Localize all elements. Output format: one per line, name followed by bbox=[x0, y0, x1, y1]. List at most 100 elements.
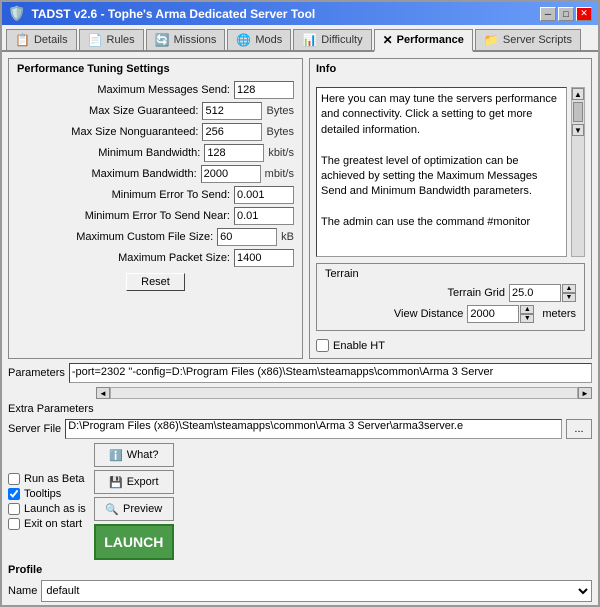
app-icon: 🛡️ bbox=[8, 5, 25, 22]
max-size-ng-label: Max Size Nonguaranteed: bbox=[17, 126, 202, 138]
max-packet-input[interactable] bbox=[234, 249, 294, 267]
min-error-input[interactable] bbox=[234, 186, 294, 204]
max-bw-input[interactable] bbox=[201, 165, 261, 183]
field-row-min-error: Minimum Error To Send: bbox=[17, 186, 294, 204]
enable-ht-checkbox[interactable] bbox=[316, 339, 329, 352]
profile-name-row: Name default bbox=[8, 580, 592, 602]
view-distance-spinner: ▲ ▼ bbox=[467, 305, 534, 323]
what-button[interactable]: ℹ️ What? bbox=[94, 443, 174, 467]
tab-mods[interactable]: 🌐 Mods bbox=[227, 29, 291, 50]
server-scripts-icon: 📁 bbox=[484, 33, 499, 47]
tab-difficulty[interactable]: 📊 Difficulty bbox=[293, 29, 371, 50]
profile-title: Profile bbox=[8, 564, 592, 576]
tab-performance[interactable]: ✕ Performance bbox=[374, 29, 473, 52]
launch-button[interactable]: LAUNCH bbox=[94, 524, 174, 560]
export-icon: 💾 bbox=[109, 476, 123, 489]
terrain-title: Terrain bbox=[325, 268, 576, 280]
browse-button[interactable]: ... bbox=[566, 419, 592, 439]
server-file-text: D:\Program Files (x86)\Steam\steamapps\c… bbox=[68, 420, 463, 432]
extra-params-label: Extra Parameters bbox=[8, 403, 94, 415]
exit-on-start-row: Exit on start bbox=[8, 518, 86, 530]
max-size-g-unit: Bytes bbox=[262, 105, 294, 117]
view-distance-row: View Distance ▲ ▼ meters bbox=[325, 305, 576, 323]
view-distance-down-btn[interactable]: ▼ bbox=[520, 314, 534, 323]
run-as-beta-checkbox[interactable] bbox=[8, 473, 20, 485]
tab-performance-label: Performance bbox=[397, 34, 464, 46]
max-bw-unit: mbit/s bbox=[261, 168, 294, 180]
scroll-thumb[interactable] bbox=[573, 102, 583, 122]
launch-as-checkbox[interactable] bbox=[8, 503, 20, 515]
params-scroll-track bbox=[110, 387, 578, 399]
perf-reset-button[interactable]: Reset bbox=[126, 273, 185, 291]
profile-name-select[interactable]: default bbox=[41, 580, 592, 602]
extra-params-label-row: Extra Parameters bbox=[8, 403, 592, 415]
parameters-text: -port=2302 "-config=D:\Program Files (x8… bbox=[70, 364, 591, 380]
params-scroll-right-btn[interactable]: ► bbox=[578, 387, 592, 399]
parameters-input-wrap: -port=2302 "-config=D:\Program Files (x8… bbox=[69, 363, 592, 383]
tab-mods-label: Mods bbox=[255, 34, 282, 46]
terrain-grid-input[interactable] bbox=[509, 284, 561, 302]
info-scrollbar[interactable]: ▲ ▼ bbox=[571, 87, 585, 257]
tab-details[interactable]: 📋 Details bbox=[6, 29, 77, 50]
max-size-ng-input[interactable] bbox=[202, 123, 262, 141]
scroll-up-arrow[interactable]: ▲ bbox=[572, 88, 584, 100]
preview-label: Preview bbox=[123, 503, 162, 515]
enable-ht-label: Enable HT bbox=[333, 340, 385, 352]
enable-ht-row: Enable HT bbox=[316, 339, 585, 352]
field-row-max-custom: Maximum Custom File Size: kB bbox=[17, 228, 294, 246]
params-scrollbar-row: ◄ ► bbox=[96, 387, 592, 399]
server-file-row: Server File D:\Program Files (x86)\Steam… bbox=[8, 419, 592, 439]
terrain-grid-spinner-btns: ▲ ▼ bbox=[562, 284, 576, 302]
right-buttons: ℹ️ What? 💾 Export 🔍 Preview LAUNCH bbox=[94, 443, 174, 560]
export-button[interactable]: 💾 Export bbox=[94, 470, 174, 494]
preview-icon: 🔍 bbox=[105, 503, 119, 516]
max-messages-input[interactable] bbox=[234, 81, 294, 99]
terrain-grid-up-btn[interactable]: ▲ bbox=[562, 284, 576, 293]
exit-on-start-label: Exit on start bbox=[24, 518, 82, 530]
run-as-beta-label: Run as Beta bbox=[24, 473, 85, 485]
tab-rules[interactable]: 📄 Rules bbox=[79, 29, 144, 50]
terrain-grid-down-btn[interactable]: ▼ bbox=[562, 293, 576, 302]
info-text: Here you can may tune the servers perfor… bbox=[321, 93, 557, 228]
min-bw-label: Minimum Bandwidth: bbox=[17, 147, 204, 159]
field-row-max-size-ng: Max Size Nonguaranteed: Bytes bbox=[17, 123, 294, 141]
tooltips-checkbox[interactable] bbox=[8, 488, 20, 500]
bottom-section: Run as Beta Tooltips Launch as is E bbox=[8, 443, 592, 605]
profile-name-label: Name bbox=[8, 585, 37, 597]
terrain-grid-label: Terrain Grid bbox=[325, 287, 505, 299]
tab-server-scripts[interactable]: 📁 Server Scripts bbox=[475, 29, 581, 50]
difficulty-icon: 📊 bbox=[302, 33, 317, 47]
main-window: 🛡️ TADST v2.6 - Tophe's Arma Dedicated S… bbox=[0, 0, 600, 607]
params-scroll-left-btn[interactable]: ◄ bbox=[96, 387, 110, 399]
min-error-near-input[interactable] bbox=[234, 207, 294, 225]
max-custom-input[interactable] bbox=[217, 228, 277, 246]
tab-missions-label: Missions bbox=[174, 34, 217, 46]
max-size-ng-unit: Bytes bbox=[262, 126, 294, 138]
parameters-row: Parameters -port=2302 "-config=D:\Progra… bbox=[8, 363, 592, 383]
view-distance-unit: meters bbox=[538, 308, 576, 320]
preview-button[interactable]: 🔍 Preview bbox=[94, 497, 174, 521]
performance-icon: ✕ bbox=[383, 33, 393, 47]
max-size-g-input[interactable] bbox=[202, 102, 262, 120]
exit-on-start-checkbox[interactable] bbox=[8, 518, 20, 530]
min-bw-input[interactable] bbox=[204, 144, 264, 162]
maximize-button[interactable]: □ bbox=[558, 7, 574, 21]
tab-missions[interactable]: 🔄 Missions bbox=[146, 29, 226, 50]
max-messages-label: Maximum Messages Send: bbox=[17, 84, 234, 96]
field-row-max-packet: Maximum Packet Size: bbox=[17, 249, 294, 267]
close-button[interactable]: ✕ bbox=[576, 7, 592, 21]
view-distance-up-btn[interactable]: ▲ bbox=[520, 305, 534, 314]
terrain-box: Terrain Terrain Grid ▲ ▼ View Distance bbox=[316, 263, 585, 331]
export-label: Export bbox=[127, 476, 159, 488]
view-distance-input[interactable] bbox=[467, 305, 519, 323]
tab-details-label: Details bbox=[34, 34, 68, 46]
min-error-near-label: Minimum Error To Send Near: bbox=[17, 210, 234, 222]
checkboxes-col: Run as Beta Tooltips Launch as is E bbox=[8, 443, 86, 560]
field-row-max-size-g: Max Size Guaranteed: Bytes bbox=[17, 102, 294, 120]
tooltips-label: Tooltips bbox=[24, 488, 61, 500]
run-as-beta-row: Run as Beta bbox=[8, 473, 86, 485]
terrain-grid-spinner: ▲ ▼ bbox=[509, 284, 576, 302]
view-distance-spinner-btns: ▲ ▼ bbox=[520, 305, 534, 323]
scroll-down-arrow[interactable]: ▼ bbox=[572, 124, 584, 136]
minimize-button[interactable]: ─ bbox=[540, 7, 556, 21]
